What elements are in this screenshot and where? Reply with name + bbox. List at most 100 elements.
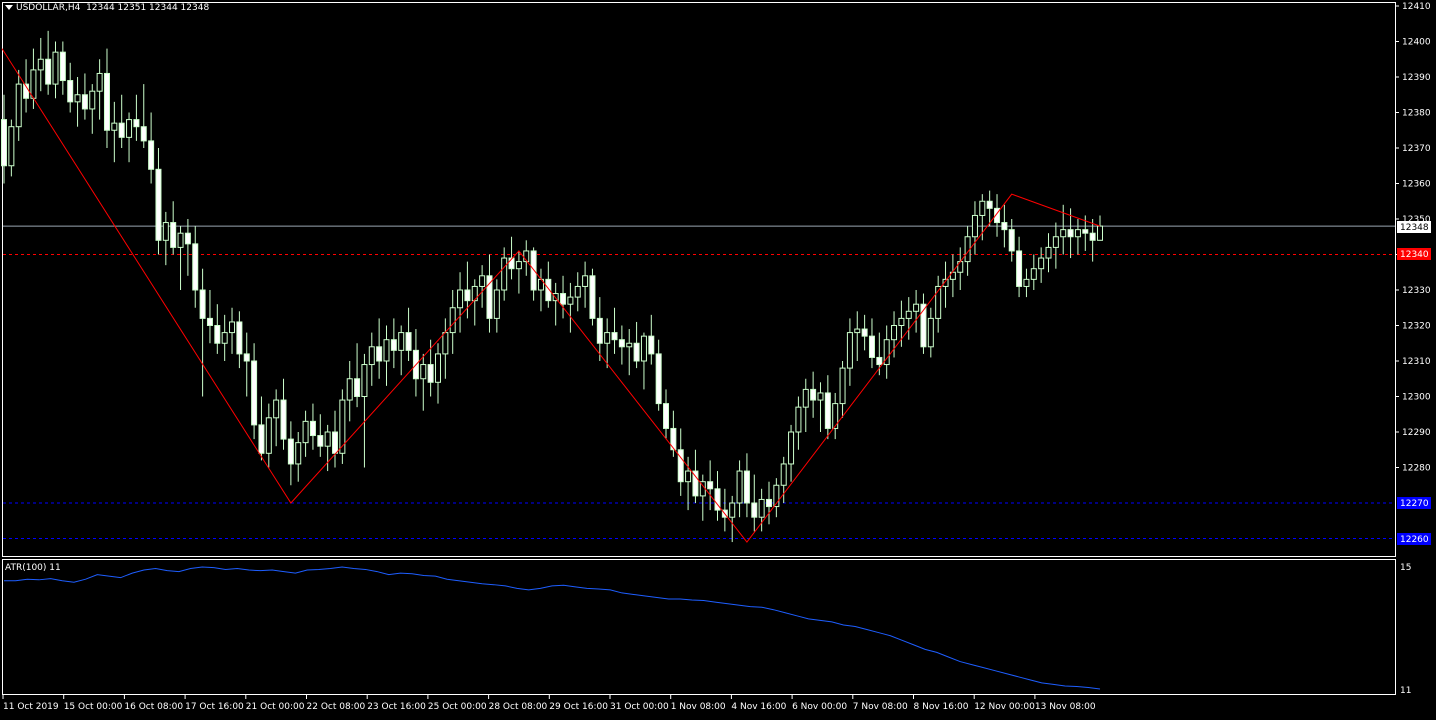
bull-candle-body [221,332,228,344]
bull-candle-body [96,72,103,92]
bull-candle-body [1074,229,1081,238]
price-tick-label: 12390 [1402,73,1431,83]
bear-candle-body [258,424,265,454]
bull-candle-body [729,502,736,518]
time-tick-label: 25 Oct 00:00 [428,702,487,712]
chart-window[interactable]: 1241012400123901238012370123601235012340… [0,0,1436,717]
bull-candle-body [295,442,302,465]
bear-candle-body [596,317,603,344]
bull-candle-body [971,214,978,238]
price-tick-label: 12280 [1402,464,1431,474]
bull-candle-body [398,332,405,351]
price-tick-label: 12330 [1402,286,1431,296]
price-tick-label: 12310 [1402,357,1431,367]
bull-candle-body [788,431,795,465]
bull-candle-body [927,317,934,348]
bear-candle-body [317,435,324,447]
bull-candle-body [780,463,787,486]
bull-candle-body [383,339,390,362]
bear-candle-body [663,403,670,429]
bear-candle-body [206,317,213,326]
bull-candle-body [302,420,309,444]
bear-candle-body [1001,222,1008,231]
bull-candle-body [457,289,464,309]
bull-candle-body [846,332,853,369]
bear-candle-body [214,325,221,344]
bull-candle-body [493,289,500,319]
bear-candle-body [170,222,177,248]
bull-candle-body [442,332,449,355]
bull-candle-body [177,232,184,248]
bull-candle-body [574,285,581,298]
price-tick-label: 12300 [1402,393,1431,403]
bear-candle-body [751,502,758,518]
bull-candle-body [685,470,692,483]
atr-indicator-label: ATR(100) 11 [5,563,61,573]
bull-candle-body [273,399,280,419]
bull-candle-body [758,498,765,518]
bull-candle-body [913,303,920,312]
bear-candle-body [354,378,361,397]
bull-candle-body [979,200,986,216]
bear-candle-body [103,72,110,131]
bear-candle-body [243,353,250,362]
bear-candle-body [648,335,655,355]
bear-candle-body [876,356,883,366]
candlestick-chart[interactable]: 1241012400123901238012370123601235012340… [0,0,1436,717]
chart-menu-icon[interactable] [5,5,13,10]
bull-candle-body [832,403,839,429]
bear-candle-body [824,392,831,429]
chart-header: USDOLLAR,H4 12344 12351 12344 12348 [5,3,209,13]
price-tick-label: 12400 [1402,38,1431,48]
bull-candle-body [1097,225,1103,241]
bear-candle-body [118,122,125,138]
bear-candle-body [192,243,199,291]
bull-candle-body [324,431,331,447]
bear-candle-body [1016,250,1023,287]
time-tick-label: 16 Oct 08:00 [124,702,183,712]
bear-candle-body [155,168,162,241]
time-tick-label: 1 Nov 08:00 [671,702,726,712]
bear-candle-body [464,289,471,302]
bear-candle-body [427,364,434,383]
price-tick-label: 12410 [1402,2,1431,12]
time-tick-label: 13 Nov 08:00 [1035,702,1096,712]
price-tick-label: 12380 [1402,109,1431,119]
bear-candle-body [986,200,993,209]
bull-candle-body [1045,246,1052,259]
bull-candle-body [15,83,22,128]
candle [589,268,596,326]
bull-candle-body [854,328,861,334]
atr-axis-bottom: 11 [1400,686,1411,696]
price-tick-label: 12370 [1402,144,1431,154]
bull-candle-body [626,342,633,348]
bear-candle-body [861,328,868,337]
time-tick-label: 12 Nov 00:00 [974,702,1035,712]
bear-candle-body [868,335,875,358]
bull-candle-body [8,126,15,167]
price-tick-label: 12360 [1402,180,1431,190]
bull-candle-body [898,317,905,326]
time-tick-label: 22 Oct 08:00 [307,702,366,712]
bear-candle-body [133,119,140,128]
bull-candle-body [736,470,743,504]
time-tick-label: 21 Oct 00:00 [246,702,305,712]
bull-candle-body [640,335,647,362]
bear-candle-body [1089,232,1096,241]
bull-candle-body [111,122,118,131]
bull-candle-body [567,296,574,305]
bull-candle-body [957,261,964,273]
bear-candle-body [611,332,618,341]
symbol-timeframe: USDOLLAR,H4 [16,3,81,13]
bull-candle-body [795,406,802,433]
bear-candle-body [589,275,596,319]
time-tick-label: 7 Nov 08:00 [853,702,908,712]
bull-candle-body [802,388,809,408]
bull-candle-body [89,90,96,110]
bear-candle-body [251,360,258,426]
bear-candle-body [633,342,640,362]
bull-candle-body [339,399,346,454]
bull-candle-body [346,378,353,401]
bull-candle-body [30,69,37,99]
bear-candle-body [405,332,412,351]
